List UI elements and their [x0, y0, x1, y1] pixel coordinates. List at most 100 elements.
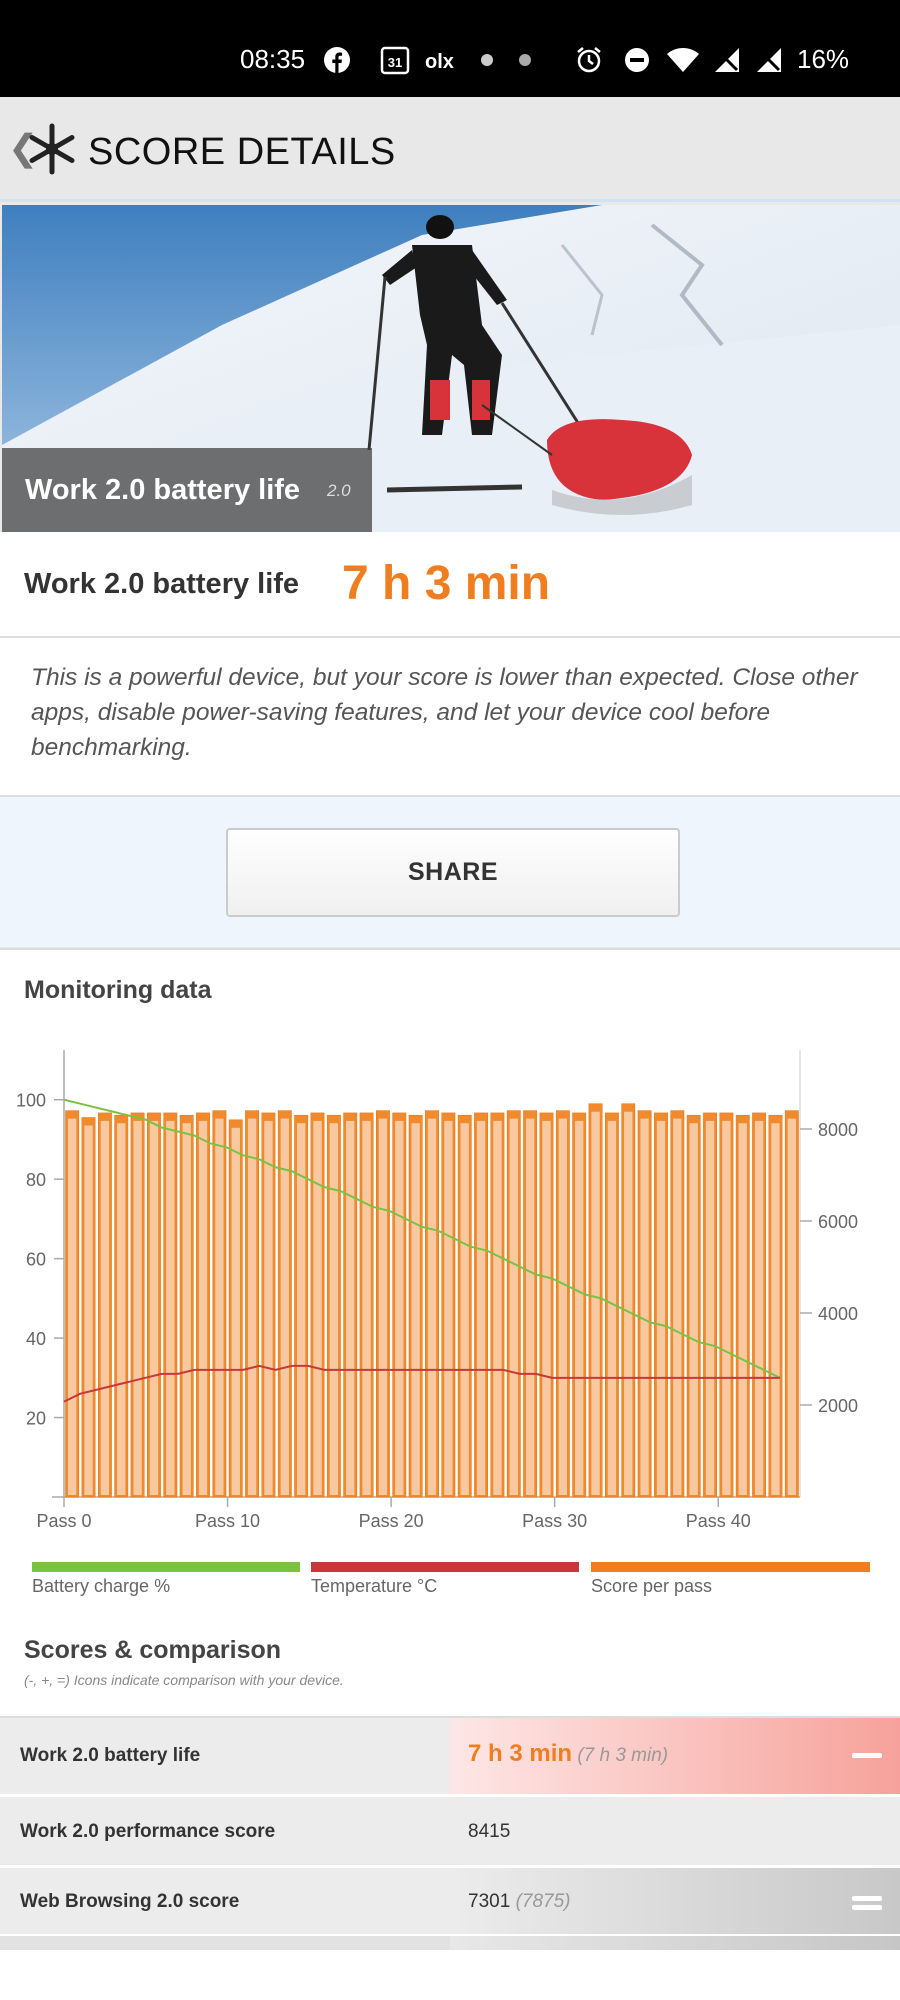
score-bar-highlight [542, 1120, 551, 1495]
y-left-tick-label: 100 [16, 1091, 46, 1111]
score-row[interactable]: Work 2.0 battery life 7 h 3 min (7 h 3 m… [0, 1716, 900, 1794]
score-bar-highlight [411, 1123, 420, 1495]
score-bar-highlight [395, 1120, 404, 1495]
result-card: Work 2.0 battery life 7 h 3 min [0, 532, 900, 638]
score-bar-highlight [754, 1120, 764, 1495]
score-row[interactable]: Web Browsing 2.0 score 7301 (7875) [0, 1866, 900, 1934]
y-left-tick-label: 80 [26, 1170, 46, 1190]
dot-icon [481, 54, 493, 66]
score-bar-highlight [738, 1123, 747, 1495]
score-row-name: Web Browsing 2.0 score [20, 1891, 240, 1912]
score-bar-highlight [117, 1123, 126, 1495]
score-bar-highlight [166, 1120, 175, 1495]
score-row-partial [0, 1936, 900, 1950]
hero-title: Work 2.0 battery life [25, 474, 301, 506]
svg-text:31: 31 [388, 55, 402, 70]
score-bar-highlight [346, 1120, 355, 1495]
calendar-icon: 31 [380, 46, 410, 75]
status-time: 08:35 [240, 44, 306, 74]
score-bar-highlight [378, 1118, 388, 1495]
share-button[interactable]: SHARE [226, 828, 680, 917]
score-bar-highlight [68, 1118, 77, 1495]
app-header: ❮ SCORE DETAILS [0, 97, 900, 202]
x-tick-label: Pass 10 [195, 1511, 260, 1531]
battery-percent: 16% [797, 44, 850, 74]
score-compare: (7875) [515, 1891, 571, 1912]
score-bar-highlight [231, 1127, 240, 1495]
monitoring-title: Monitoring data [24, 976, 212, 1004]
monitoring-header: Monitoring data [0, 948, 900, 1032]
score-bar-highlight [705, 1120, 715, 1495]
home-indicator[interactable] [300, 1973, 600, 1982]
score-bar-highlight [476, 1120, 486, 1495]
monitoring-chart: 20 40 60 80 100 2000 4000 6000 8000 Pass 0 Pass 10… [16, 1050, 858, 1531]
wifi-icon [667, 48, 699, 72]
x-tick-label: Pass 30 [522, 1511, 587, 1531]
score-bar-highlight [493, 1120, 502, 1495]
legend-swatch-temperature [311, 1562, 579, 1572]
score-bar-highlight [313, 1120, 322, 1495]
hero-caption: Work 2.0 battery life 2.0 [2, 448, 372, 532]
score-row-value: 7 h 3 min (7 h 3 min) [450, 1718, 900, 1794]
score-bar-highlight [558, 1118, 568, 1495]
score-bar-highlight [722, 1120, 731, 1495]
score-bar-highlight [624, 1111, 633, 1495]
score-bar-highlight [329, 1123, 339, 1495]
score-bar-highlight [280, 1118, 289, 1495]
score-bar-highlight [149, 1120, 159, 1495]
score-bar-highlight [525, 1118, 535, 1495]
score-compare: (7 h 3 min) [577, 1745, 669, 1766]
score-bar-highlight [182, 1123, 191, 1495]
score-bar-highlight [591, 1111, 600, 1495]
score-bar-highlight [84, 1125, 93, 1495]
x-tick-label: Pass 40 [686, 1511, 751, 1531]
score-bar-highlight [575, 1120, 584, 1495]
result-label: Work 2.0 battery life [24, 568, 300, 600]
score-bar-highlight [362, 1120, 371, 1495]
score-bar-highlight [607, 1120, 617, 1495]
legend-swatch-battery [32, 1562, 300, 1572]
scores-title: Scores & comparison [24, 1636, 282, 1664]
facebook-icon [324, 47, 350, 73]
legend-label-battery: Battery charge % [32, 1576, 171, 1596]
minus-icon [852, 1753, 882, 1758]
score-bar-highlight [656, 1120, 666, 1495]
score-bar-highlight [509, 1118, 518, 1495]
x-tick-label: Pass 20 [359, 1511, 424, 1531]
score-value: 8415 [468, 1821, 511, 1842]
score-row-name: Work 2.0 battery life [20, 1745, 201, 1766]
score-bar-highlight [296, 1123, 306, 1495]
score-bar-highlight [640, 1118, 649, 1495]
performance-note: This is a powerful device, but your scor… [0, 638, 900, 797]
legend-label-temperature: Temperature °C [311, 1576, 438, 1596]
x-tick-label: Pass 0 [36, 1511, 91, 1531]
dnd-icon [625, 48, 649, 72]
y-right-tick-label: 4000 [818, 1304, 858, 1324]
no-signal-icon [715, 48, 739, 72]
snowflake-logo-icon [29, 123, 75, 175]
scores-subtitle: (-, +, =) Icons indicate comparison with… [24, 1672, 344, 1688]
y-right-tick-label: 8000 [818, 1120, 858, 1140]
y-left-tick-label: 60 [26, 1250, 46, 1270]
equals-icon [852, 1896, 882, 1901]
alarm-icon [577, 47, 601, 73]
score-row[interactable]: Work 2.0 performance score 8415 [0, 1795, 900, 1865]
score-bar-highlight [460, 1123, 469, 1495]
score-bar-highlight [673, 1118, 682, 1495]
score-row-name: Work 2.0 performance score [20, 1821, 276, 1842]
score-bar-highlight [133, 1120, 142, 1495]
score-bar-highlight [689, 1123, 698, 1495]
legend-swatch-score [591, 1562, 870, 1572]
score-bar-highlight [444, 1120, 453, 1495]
score-row-value: 8415 [450, 1797, 900, 1865]
score-value: 7301 [468, 1891, 511, 1912]
score-value: 7 h 3 min [468, 1740, 573, 1767]
score-bar-highlight [247, 1118, 257, 1495]
score-bar-highlight [215, 1118, 224, 1495]
score-bar-highlight [264, 1120, 273, 1495]
no-signal-icon [757, 48, 781, 72]
olx-icon: olx [425, 51, 454, 73]
score-bar-highlight [427, 1118, 437, 1495]
score-bar-highlight [198, 1120, 208, 1495]
y-right-tick-label: 2000 [818, 1396, 858, 1416]
